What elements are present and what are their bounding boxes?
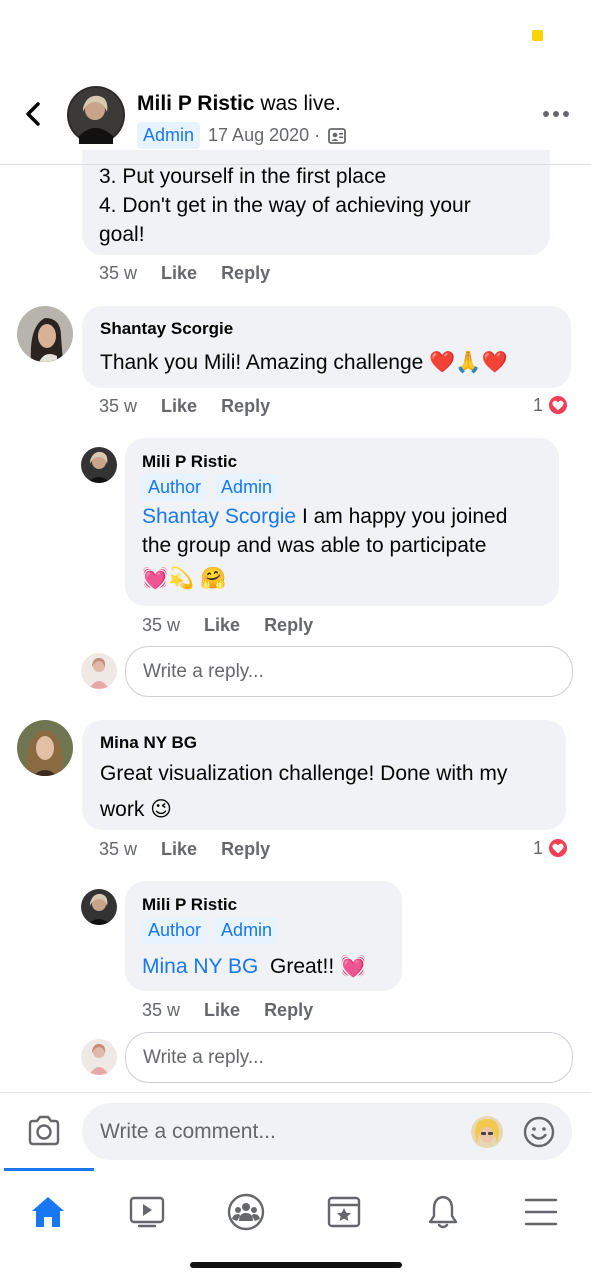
comment-actions: 35 w Like Reply (99, 839, 270, 860)
admin-badge: Admin (137, 122, 201, 149)
reply-author-avatar[interactable] (81, 447, 117, 483)
notifications-icon (428, 1195, 458, 1229)
home-indicator (190, 1262, 402, 1268)
reply-actions: 35 w Like Reply (142, 1000, 313, 1021)
reaction-count: 1 (533, 394, 544, 415)
reaction-count: 1 (533, 837, 544, 858)
love-reaction-icon (547, 394, 570, 416)
mention-link[interactable]: Mina NY BG (142, 955, 258, 978)
status-indicator (532, 30, 543, 41)
header-divider (0, 164, 591, 165)
like-button[interactable]: Like (204, 1000, 240, 1021)
reply-author-name[interactable]: Mili P Ristic (142, 452, 237, 472)
emoji-button[interactable] (522, 1115, 556, 1149)
author-avatar[interactable] (67, 86, 125, 144)
comment-text: Thank you Mili! Amazing challenge ❤️🙏❤️ (100, 351, 508, 374)
post-action: was live. (260, 92, 341, 115)
more-icon (543, 111, 569, 117)
comment-placeholder: Write a comment... (100, 1119, 276, 1143)
reply-text: Shantay Scorgie I am happy you joined th… (142, 505, 508, 590)
author-badge: Author (142, 917, 208, 944)
camera-button[interactable] (26, 1113, 62, 1149)
comment-bubble: Shantay Scorgie Thank you Mili! Amazing … (82, 306, 571, 388)
comment-actions: 35 w Like Reply (99, 396, 270, 417)
active-tab-indicator (4, 1168, 94, 1171)
author-name[interactable]: Mili P Ristic (137, 92, 254, 115)
reply-input[interactable]: Write a reply... (125, 646, 573, 697)
post-title: Mili P Ristic was live. (137, 92, 341, 116)
role-badges: Author Admin (142, 474, 279, 501)
tab-menu[interactable] (511, 1182, 571, 1242)
back-button[interactable] (18, 98, 50, 130)
reply-author-avatar[interactable] (81, 889, 117, 925)
role-badges: Author Admin (142, 917, 279, 944)
like-button[interactable]: Like (161, 839, 197, 860)
reply-button[interactable]: Reply (221, 839, 270, 860)
reply-author-name[interactable]: Mili P Ristic (142, 895, 237, 915)
comment-text: Great visualization challenge! Done with… (100, 762, 508, 821)
avatar-sticker-icon (471, 1116, 503, 1148)
like-button[interactable]: Like (161, 396, 197, 417)
home-icon (32, 1197, 64, 1227)
reaction-summary[interactable]: 1 (533, 837, 570, 859)
camera-icon (28, 1115, 60, 1146)
reply-button[interactable]: Reply (221, 396, 270, 417)
reply-time[interactable]: 35 w (142, 615, 180, 636)
comment-text: 3. Put yourself in the first place 4. Do… (99, 165, 471, 246)
emoji-icon (523, 1116, 555, 1148)
reply-bubble: Mili P Ristic Author Admin Shantay Scorg… (125, 438, 559, 606)
comment-composer: Write a comment... (0, 1092, 591, 1169)
comment-time[interactable]: 35 w (99, 396, 137, 417)
commenter-name[interactable]: Mina NY BG (100, 733, 197, 753)
love-reaction-icon (547, 837, 570, 859)
admin-badge: Admin (215, 917, 279, 944)
reply-button[interactable]: Reply (264, 615, 313, 636)
like-button[interactable]: Like (161, 263, 197, 284)
more-options-button[interactable] (540, 104, 572, 124)
group-privacy-icon (328, 127, 347, 144)
mention-link[interactable]: Shantay Scorgie (142, 505, 296, 528)
commenter-name[interactable]: Shantay Scorgie (100, 319, 233, 339)
reply-placeholder: Write a reply... (143, 660, 264, 682)
tab-pages[interactable] (314, 1182, 374, 1242)
reaction-summary[interactable]: 1 (533, 394, 570, 416)
commenter-avatar[interactable] (17, 306, 73, 362)
reply-button[interactable]: Reply (221, 263, 270, 284)
like-button[interactable]: Like (204, 615, 240, 636)
chevron-left-icon (26, 102, 40, 126)
comment-bubble: Mina NY BG Great visualization challenge… (82, 720, 566, 830)
reply-text: Mina NY BG Great!! 💓 (142, 955, 367, 978)
groups-icon (227, 1193, 265, 1231)
status-bar (0, 0, 591, 76)
video-icon (129, 1196, 165, 1228)
tab-notifications[interactable] (413, 1182, 473, 1242)
current-user-avatar (81, 653, 117, 689)
comment-time[interactable]: 35 w (99, 263, 137, 284)
reply-button[interactable]: Reply (264, 1000, 313, 1021)
comment-time[interactable]: 35 w (99, 839, 137, 860)
reply-time[interactable]: 35 w (142, 1000, 180, 1021)
reply-bubble: Mili P Ristic Author Admin Mina NY BG Gr… (125, 881, 402, 991)
reply-placeholder: Write a reply... (143, 1046, 264, 1068)
pages-icon (327, 1196, 361, 1228)
post-date[interactable]: 17 Aug 2020 · (208, 125, 320, 146)
author-badge: Author (142, 474, 208, 501)
comment-actions: 35 w Like Reply (99, 263, 270, 284)
current-user-avatar (81, 1039, 117, 1075)
tab-video[interactable] (117, 1182, 177, 1242)
avatar-sticker-button[interactable] (470, 1115, 504, 1149)
commenter-avatar[interactable] (17, 720, 73, 776)
admin-badge: Admin (215, 474, 279, 501)
comment-bubble: 3. Put yourself in the first place 4. Do… (82, 150, 550, 255)
reply-input[interactable]: Write a reply... (125, 1032, 573, 1083)
tab-groups[interactable] (216, 1182, 276, 1242)
tab-home[interactable] (18, 1182, 78, 1242)
post-meta: Admin 17 Aug 2020 · (137, 122, 347, 149)
menu-icon (524, 1198, 558, 1226)
reply-actions: 35 w Like Reply (142, 615, 313, 636)
